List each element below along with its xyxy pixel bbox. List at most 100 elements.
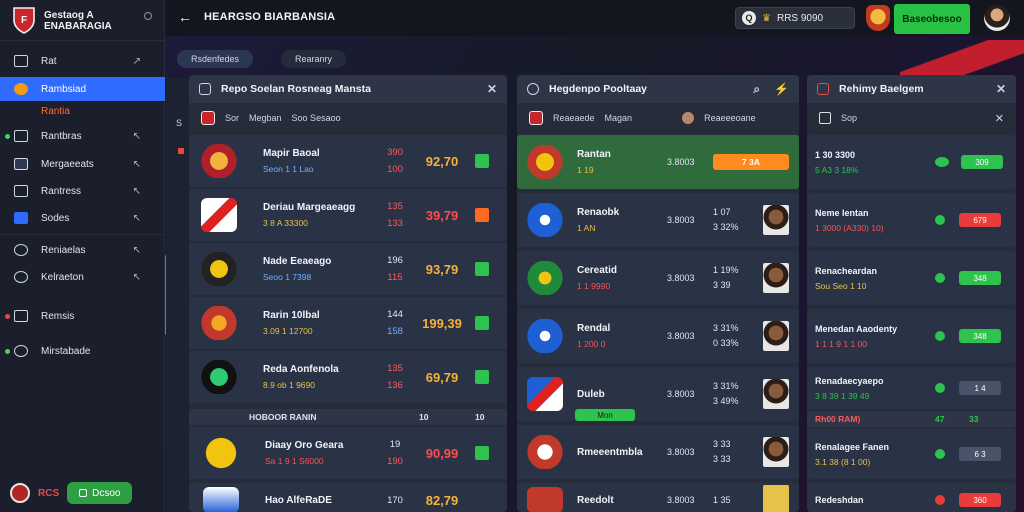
table-row[interactable]: 1 30 3300 5 A3 3 18% 309	[807, 135, 1016, 189]
rank-name: Neme lentan	[815, 207, 869, 218]
stat: 3 33	[713, 454, 731, 464]
add-button[interactable]	[475, 446, 489, 460]
back-arrow-icon[interactable]: ←	[178, 9, 192, 25]
balance-box[interactable]: Q ♛ RRS 9090	[735, 7, 855, 29]
table-row[interactable]: Diaay Oro Geara Sa 1 9 1 S6000 19 190 90,…	[189, 427, 507, 479]
player-stats: 3 31% 0 33%	[713, 321, 763, 351]
sidebar-item-label: Rantia	[41, 105, 70, 117]
club-crest-icon	[201, 252, 237, 286]
rank-button[interactable]: 309	[961, 155, 1003, 169]
sidebar-item-reniaelas[interactable]: Reniaelas ↖	[0, 238, 165, 262]
table-row[interactable]: Reda Aonfenola 8.9 ob 1 9690 135 136 69,7…	[189, 351, 507, 403]
bolt-icon[interactable]: ⚡	[774, 82, 789, 96]
table-row[interactable]: Rarin 10lbal 3.09 1 12700 144 158 199,39	[189, 297, 507, 349]
match-sub: 8.9 ob 1 9690	[263, 380, 315, 390]
stat: 1 07	[713, 207, 731, 217]
svg-text:F: F	[21, 15, 27, 26]
close-icon[interactable]: ✕	[995, 112, 1004, 125]
rank-button[interactable]: 348	[959, 329, 1001, 343]
table-row[interactable]: Rantan 1 19 3.8003 7 3A	[517, 135, 799, 189]
table-row[interactable]: Nade Eeaeago Seoo 1 7398 196 115 93,79	[189, 243, 507, 295]
chip-tab-1[interactable]: Rsdenfedes	[177, 50, 254, 68]
cta-button[interactable]: Baseobesoo	[894, 4, 970, 34]
table-row[interactable]: Neme lentan 1 3000 (A330) 10) 679	[807, 193, 1016, 247]
add-button[interactable]	[475, 154, 489, 168]
rank-button[interactable]: 6 3	[959, 447, 1001, 461]
sidebar-item-rantbras[interactable]: Rantbras ↖	[0, 124, 165, 148]
club-crest-icon	[201, 360, 237, 394]
odd-1: 135	[387, 363, 403, 374]
table-row[interactable]: Redeshdan 360	[807, 483, 1016, 512]
sub-label: Reaeaede	[553, 113, 595, 123]
table-row[interactable]: Renacheardan Sou Seo 1 10 348	[807, 251, 1016, 305]
status-dot	[935, 449, 945, 459]
sidebar-item-mirstabade[interactable]: Mirstabade	[0, 339, 165, 363]
player-photo	[763, 437, 789, 467]
table-row[interactable]: Renaobk 1 AN 3.8003 1 07 3 32%	[517, 193, 799, 247]
add-button[interactable]	[475, 316, 489, 330]
match-sub: Seoo 1 7398	[263, 272, 312, 282]
club-crest-icon	[203, 487, 239, 512]
club-crest-icon	[527, 319, 563, 353]
sidebar-item-rambsiad[interactable]: Rambsiad	[0, 77, 165, 101]
rank-button[interactable]: 679	[959, 213, 1001, 227]
sidebar-item-sodes[interactable]: Sodes ↖	[0, 206, 165, 230]
player-value: 3.8003	[667, 157, 695, 167]
balance-text: RRS 9090	[776, 12, 824, 24]
player-name: Rmeeentmbla	[577, 446, 643, 458]
odd-1: 144	[387, 309, 403, 320]
club-crest-icon	[527, 203, 563, 237]
panel-header: Hegdenpo Pooltaay ⌕ ⚡	[517, 75, 799, 103]
avatar[interactable]	[10, 483, 30, 503]
table-row[interactable]: Hao AlfeRaDE 170 82,79	[189, 483, 507, 512]
player-name: Rendal	[577, 323, 611, 334]
rank-sub: 1 1 1 9 1 1 00	[815, 338, 867, 349]
sub-label: Soo Sesaoo	[291, 113, 341, 123]
bid-button[interactable]: 7 3A	[713, 154, 789, 170]
table-row[interactable]: Cereatid 1 1 9990 3.8003 1 19% 3 39	[517, 251, 799, 305]
price: 39,79	[425, 207, 459, 223]
table-row[interactable]: Renadaecyaepo 3 8 39 1 39 49 1 4	[807, 367, 1016, 409]
sidebar-item-mergaeeats[interactable]: Mergaeeats ↖	[0, 152, 165, 176]
sidebar-item-rantia[interactable]: Rantia	[0, 99, 165, 123]
clock-icon	[14, 345, 28, 357]
close-icon[interactable]: ✕	[487, 82, 497, 96]
table-row[interactable]: Duleb 3.8003 3 31% 3 49%	[517, 367, 799, 421]
user-avatar[interactable]	[984, 5, 1010, 31]
chip-tab-2[interactable]: Rearanry	[281, 50, 347, 68]
rank-button[interactable]: 360	[959, 493, 1001, 507]
table-row[interactable]: Rendal 1 200 0 3.8003 3 31% 0 33%	[517, 309, 799, 363]
table-row[interactable]: Mapir Baoal Seon 1 1 Lao 390 100 92,70	[189, 135, 507, 187]
sidebar-item-remsis[interactable]: Remsis	[0, 304, 165, 328]
table-row[interactable]: Rmeeentmbla 3.8003 3 33 3 33	[517, 425, 799, 479]
table-row[interactable]: Deriau Margeaeagg 3 8 A 33300 135 133 39,…	[189, 189, 507, 241]
divider-label: Rh00 RAM)	[815, 414, 861, 424]
rank-sub: 5 A3 3 18%	[815, 164, 859, 175]
search-icon[interactable]: ⌕	[753, 82, 760, 97]
rank-button[interactable]: 348	[959, 271, 1001, 285]
shield-icon	[201, 111, 215, 125]
sidebar-item-rantress[interactable]: Rantress ↖	[0, 179, 165, 203]
table-row[interactable]: Menedan Aaodenty 1 1 1 9 1 1 00 348	[807, 309, 1016, 363]
sidebar-item-label: Rambsiad	[41, 83, 87, 95]
panel-players: Hegdenpo Pooltaay ⌕ ⚡ Reaeaede Magan Rea…	[517, 75, 799, 512]
player-stats: 1 07 3 32%	[713, 205, 763, 235]
chat-icon	[79, 489, 88, 497]
club-badge-icon[interactable]	[866, 5, 890, 31]
peek-dot	[178, 148, 184, 154]
sidebar-item-rat[interactable]: Rat ↗	[0, 49, 165, 73]
footer-button[interactable]: Dcsoo	[67, 482, 133, 504]
add-button[interactable]	[475, 370, 489, 384]
add-button[interactable]	[475, 262, 489, 276]
stat: 3 31%	[713, 381, 739, 391]
add-button[interactable]	[475, 208, 489, 222]
price: 69,79	[425, 369, 459, 385]
settings-dot-icon[interactable]	[144, 12, 152, 20]
match-name: Reda Aonfenola	[263, 364, 339, 375]
close-icon[interactable]: ✕	[996, 82, 1006, 96]
sidebar-item-kelraeton[interactable]: Kelraeton ↖	[0, 265, 165, 289]
rank-button[interactable]: 1 4	[959, 381, 1001, 395]
table-row[interactable]: Reedolt 3.8003 1 35	[517, 483, 799, 512]
table-row[interactable]: Renalagee Fanen 3.1 38 (8 1 00) 6 3	[807, 429, 1016, 479]
match-info: Reda Aonfenola 8.9 ob 1 9690	[263, 364, 373, 390]
